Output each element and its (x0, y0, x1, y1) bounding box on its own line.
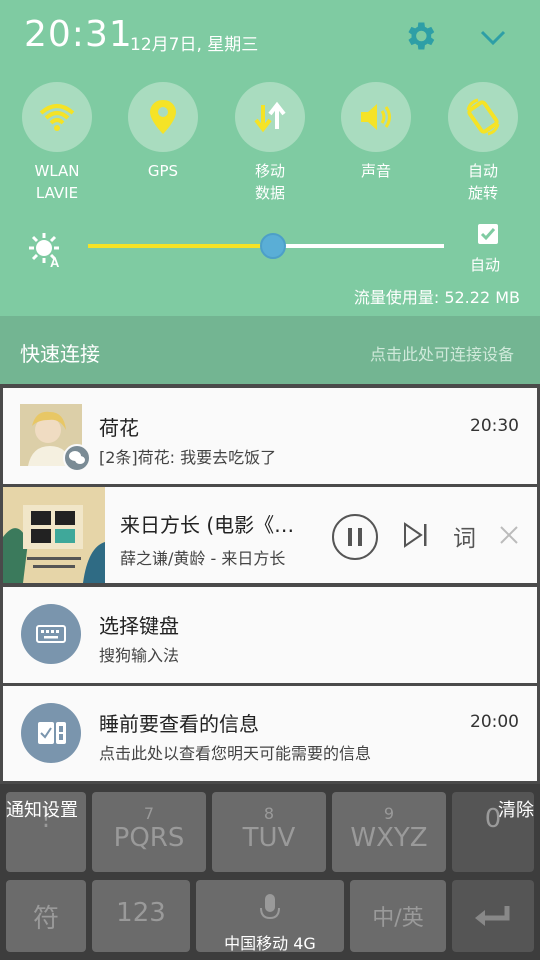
wifi-icon (39, 104, 75, 131)
quick-connect-hint: 点击此处可连接设备 (369, 345, 514, 364)
quick-connect-bar[interactable]: 快速连接 点击此处可连接设备 (0, 316, 540, 384)
music-notification[interactable]: 来日方长 (电影《… 薛之谦/黄龄 - 来日方长 词 (3, 487, 537, 583)
notification-settings-button[interactable]: 通知设置 (6, 796, 78, 822)
keyboard-icon (21, 604, 81, 664)
next-track-icon[interactable] (401, 520, 431, 550)
chat-message: [2条]荷花: 我要去吃饭了 (99, 448, 277, 467)
tile-label: 移动 数据 (254, 162, 285, 202)
keyboard-key: 8 TUV (212, 792, 326, 872)
date: 12月7日, 星期三 (130, 35, 259, 55)
settings-gear-icon[interactable] (402, 18, 438, 54)
auto-brightness-checkbox[interactable] (478, 224, 498, 244)
keyboard-notification[interactable]: 选择键盘 搜狗输入法 (3, 587, 537, 683)
tile-label: 自动 旋转 (467, 162, 498, 202)
tile-gps[interactable]: GPS (128, 82, 198, 182)
carrier-label: 中国移动 4G (224, 934, 316, 953)
tile-mobile-data[interactable]: 移动 数据 (235, 82, 305, 204)
tile-label: GPS (147, 162, 179, 180)
enter-icon (475, 906, 510, 926)
tile-label: 声音 (360, 162, 391, 180)
keyboard-title: 选择键盘 (99, 614, 179, 638)
briefing-notification[interactable]: 睡前要查看的信息 点击此处以查看您明天可能需要的信息 20:00 (3, 686, 537, 781)
album-art (3, 487, 105, 583)
mobile-data-icon (254, 101, 286, 133)
briefing-title: 睡前要查看的信息 (99, 712, 259, 736)
wechat-icon (63, 444, 91, 472)
auto-brightness-label: 自动 (470, 256, 501, 274)
quick-connect-title: 快速连接 (20, 342, 100, 366)
quick-settings-panel: 20:31 12月7日, 星期三 WLAN LAVIE GPS 移动 数据 声音… (0, 0, 540, 316)
location-icon (150, 100, 176, 134)
checkmark-icon (480, 228, 496, 241)
tile-label: WLAN LAVIE (34, 162, 80, 202)
clear-all-button[interactable]: 清除 (498, 796, 534, 822)
auto-brightness-icon: A (29, 233, 60, 268)
chat-sender: 荷花 (99, 416, 139, 440)
keyboard-subtitle: 搜狗输入法 (99, 646, 180, 665)
data-usage-text: 流量使用量: 52.22 MB (353, 288, 520, 307)
tile-auto-rotate[interactable]: 自动 旋转 (448, 82, 518, 204)
svg-text:A: A (50, 255, 60, 268)
brightness-slider-thumb[interactable] (260, 233, 287, 259)
song-artist: 薛之谦/黄龄 - 来日方长 (120, 549, 286, 568)
briefing-time: 20:00 (470, 712, 519, 732)
collapse-chevron-icon[interactable] (476, 22, 510, 52)
rotate-icon (466, 98, 500, 136)
briefing-icon (21, 703, 81, 763)
briefing-subtitle: 点击此处以查看您明天可能需要的信息 (99, 744, 372, 763)
keyboard-key: 9 WXYZ (332, 792, 446, 872)
sound-icon (361, 104, 391, 130)
chat-notification[interactable]: 荷花 [2条]荷花: 我要去吃饭了 20:30 (3, 388, 537, 484)
song-title: 来日方长 (电影《… (120, 513, 295, 537)
chat-time: 20:30 (470, 416, 519, 436)
microphone-icon (260, 894, 280, 920)
tile-sound[interactable]: 声音 (341, 82, 411, 182)
keyboard-key: 7 PQRS (92, 792, 206, 872)
tile-wlan[interactable]: WLAN LAVIE (22, 82, 92, 204)
brightness-slider[interactable] (88, 233, 444, 259)
lyrics-button[interactable]: 词 (453, 519, 476, 553)
clock: 20:31 (24, 14, 133, 55)
brightness-slider-fill (88, 244, 274, 248)
close-icon[interactable] (499, 525, 519, 545)
pause-button[interactable] (331, 513, 379, 561)
